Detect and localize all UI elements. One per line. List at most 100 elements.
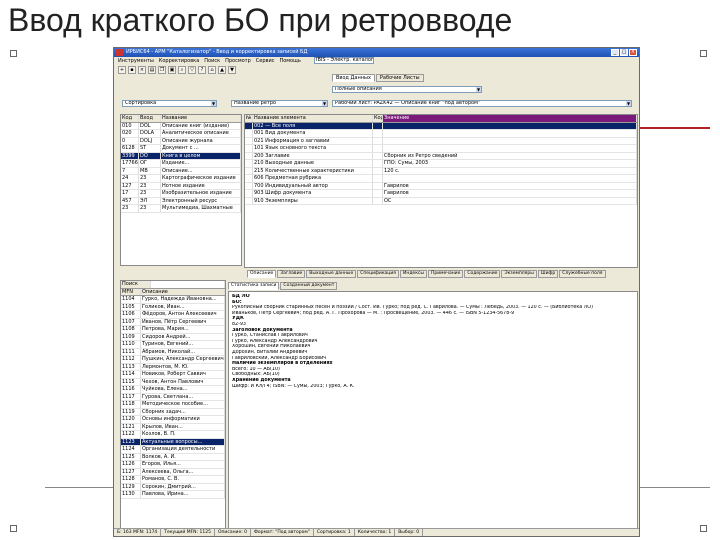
list-item[interactable]: 17 23 Изобразительное издание [121, 190, 241, 198]
col-mfn[interactable]: MFN [121, 288, 141, 295]
sheet-tab[interactable]: Экземпляры [501, 270, 537, 278]
copy-icon[interactable]: ❐ [158, 66, 166, 74]
field-value[interactable]: ОС [383, 197, 637, 204]
minimize-button[interactable]: _ [611, 49, 619, 56]
print-icon[interactable]: ▤ [148, 66, 156, 74]
table-row[interactable]: 001 Вид документа [245, 130, 637, 138]
sheet-tab[interactable]: Спецификация [357, 270, 400, 278]
list-item[interactable]: 3399 DO Книга в целом [121, 152, 241, 160]
menu-tools[interactable]: Инструменты [118, 58, 154, 64]
tab-created-document[interactable]: Созданный документ [280, 282, 338, 290]
table-row[interactable]: 1128 Романов, С. В. [121, 476, 225, 484]
mode-select[interactable]: Полные описания ▼ [332, 86, 482, 93]
menu-edit[interactable]: Корректировка [159, 58, 199, 64]
maximize-button[interactable]: □ [620, 49, 628, 56]
filter-icon[interactable]: ▽ [188, 66, 196, 74]
table-row[interactable]: 002 — Все поля [245, 122, 637, 130]
table-row[interactable]: 903 Шифр документа Гаврилов [245, 190, 637, 198]
table-row[interactable]: 1123 Актуальные вопросы... [121, 438, 225, 446]
table-row[interactable]: 1115 Чехов, Антон Павлович [121, 378, 225, 386]
table-row[interactable]: 101 Язык основного текста [245, 145, 637, 153]
sheet-tab[interactable]: Служебные поля [559, 270, 606, 278]
param-select[interactable]: Название ретро ▼ [231, 100, 328, 107]
list-item[interactable]: 0 DOLJ Описание журнала [121, 137, 241, 145]
table-row[interactable]: 1117 Гурова, Светлана... [121, 393, 225, 401]
new-icon[interactable]: + [118, 66, 126, 74]
field-value[interactable] [383, 130, 637, 137]
field-value[interactable]: Гаврилов [383, 182, 637, 189]
table-row[interactable]: 700 Индивидуальный автор Гаврилов [245, 182, 637, 190]
list-item[interactable]: 020 DOLA Аналитическое описание [121, 130, 241, 138]
paste-icon[interactable]: ▣ [168, 66, 176, 74]
menu-service[interactable]: Сервис [256, 58, 275, 64]
col-description[interactable]: Описание [141, 288, 225, 295]
col-code[interactable]: Код [121, 115, 139, 122]
table-row[interactable]: 1126 Егоров, Илья... [121, 461, 225, 469]
table-row[interactable]: 1122 Козлов, В. П. [121, 431, 225, 439]
table-row[interactable]: 1107 Иванов, Пётр Сергеевич [121, 318, 225, 326]
table-row[interactable]: 1119 Сборник задач... [121, 408, 225, 416]
delete-icon[interactable]: × [138, 66, 146, 74]
sheet-tab[interactable]: Примечание [427, 270, 464, 278]
save-icon[interactable]: ▪ [128, 66, 136, 74]
table-row[interactable]: 1120 Основы информатики [121, 416, 225, 424]
list-item[interactable]: 17766 ОГ Издание... [121, 160, 241, 168]
table-row[interactable]: 1105 Голиков, Иван... [121, 303, 225, 311]
window-titlebar[interactable]: ИРБИС64 - АРМ "Каталогизатор" - Ввод и к… [114, 48, 639, 57]
sort-select[interactable]: Сортировка ▼ [122, 100, 217, 107]
home-icon[interactable]: ⌂ [208, 66, 216, 74]
table-row[interactable]: 1130 Павлова, Ирина... [121, 491, 225, 499]
table-row[interactable]: 1127 Алексеева, Ольга... [121, 468, 225, 476]
table-row[interactable]: 1116 Чуйкова, Елена... [121, 386, 225, 394]
table-row[interactable]: 1121 Крылов, Иван... [121, 423, 225, 431]
down-icon[interactable]: ▼ [228, 66, 236, 74]
close-button[interactable]: × [629, 49, 637, 56]
table-row[interactable]: 1112 Пушкин, Александр Сергеевич [121, 356, 225, 364]
database-select[interactable]: IBIS - Электр. каталог [314, 57, 374, 64]
list-item[interactable]: 457 ЭЛ Электронный ресурс [121, 197, 241, 205]
list-item[interactable]: 23 23 Мультимедиа, Шахматные [121, 205, 241, 213]
list-item[interactable]: 24 23 Картографическое издание [121, 175, 241, 183]
field-value[interactable]: Гаврилов [383, 190, 637, 197]
table-row[interactable]: 1129 Сорокин, Дмитрий... [121, 483, 225, 491]
table-row[interactable]: 1124 Организация деятельности [121, 446, 225, 454]
menu-view[interactable]: Просмотр [225, 58, 251, 64]
sheet-tab[interactable]: Описание [247, 270, 277, 278]
table-row[interactable]: 215 Количественные характеристики 120 с. [245, 167, 637, 175]
sheet-tab[interactable]: Шифр [537, 270, 559, 278]
table-row[interactable]: 1111 Абрамов, Николай... [121, 348, 225, 356]
table-row[interactable]: 606 Предметная рубрика [245, 175, 637, 183]
sheet-tab[interactable]: Заглавие [277, 270, 306, 278]
table-row[interactable]: 021 Информация о заглавии [245, 137, 637, 145]
list-item[interactable]: 127 23 Нотное издание [121, 182, 241, 190]
field-value[interactable] [383, 145, 637, 152]
table-row[interactable]: 1114 Новиков, Роберт Саввич [121, 371, 225, 379]
field-value[interactable]: 120 с. [383, 167, 637, 174]
tab-data-entry[interactable]: Ввод Данных [332, 74, 375, 82]
table-row[interactable]: 1108 Петрова, Мария... [121, 326, 225, 334]
field-value[interactable] [383, 175, 637, 182]
col-name[interactable]: Название [161, 115, 241, 122]
table-row[interactable]: 1110 Туринов, Евгений... [121, 341, 225, 349]
field-value[interactable]: ГПО: Сумы, 2003 [383, 160, 637, 167]
sheet-tab[interactable]: Индексы [400, 270, 427, 278]
record-search-input[interactable] [151, 281, 225, 288]
table-row[interactable]: 910 Экземпляры ОС [245, 197, 637, 205]
field-value[interactable]: Сборник из Ретро сведений [383, 152, 637, 159]
tab-record-stats[interactable]: Статистика записи [228, 282, 280, 290]
list-item[interactable]: 6128 ST Документ с ... [121, 145, 241, 153]
table-row[interactable]: 210 Выходные данные ГПО: Сумы, 2003 [245, 160, 637, 168]
menu-search[interactable]: Поиск [204, 58, 220, 64]
find-icon[interactable]: ⌕ [178, 66, 186, 74]
sheet-tab[interactable]: Содержание [464, 270, 501, 278]
help-icon[interactable]: ? [198, 66, 206, 74]
table-row[interactable]: 200 Заглавие Сборник из Ретро сведений [245, 152, 637, 160]
list-item[interactable]: 010 DOL Описание книг (издание) [121, 122, 241, 130]
field-value[interactable] [383, 122, 637, 129]
up-icon[interactable]: ▲ [218, 66, 226, 74]
field-value[interactable] [383, 137, 637, 144]
table-row[interactable]: 1125 Волков, А. И. [121, 453, 225, 461]
col-entry[interactable]: Вход [139, 115, 161, 122]
worksheet-select[interactable]: Рабочий лист: PAZK42 — Описание книг "по… [332, 100, 632, 107]
sheet-tab[interactable]: Выходные данные [306, 270, 357, 278]
